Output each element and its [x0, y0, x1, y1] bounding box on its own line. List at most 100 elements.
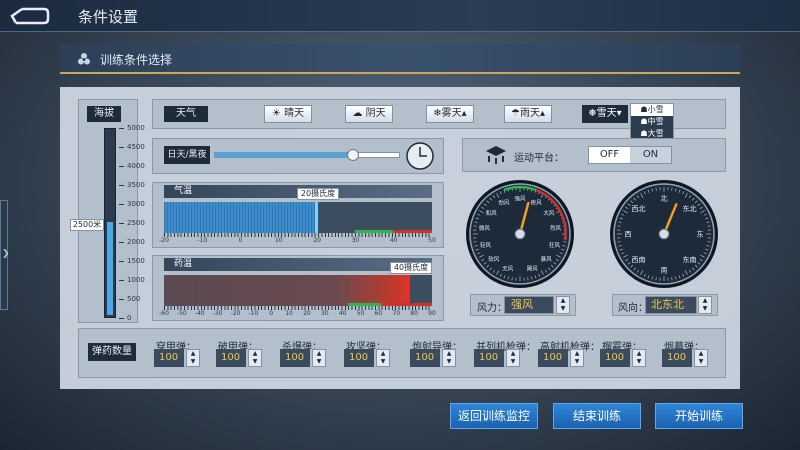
cloud-icon: ☁ [352, 108, 363, 119]
ammo-count-field[interactable]: 100 [344, 349, 374, 367]
down-arrow-icon[interactable]: ▼ [695, 358, 707, 366]
gauge-label: 东 [697, 230, 704, 239]
down-arrow-icon[interactable]: ▼ [377, 358, 389, 366]
ammo-count-field[interactable]: 100 [538, 349, 568, 367]
down-arrow-icon[interactable]: ▼ [571, 358, 583, 366]
back-arrow-icon[interactable] [8, 6, 50, 26]
charge-temp-scale: -60 -50 -40 -30 -20 -10 0 10 20 30 40 50 60 70 80 90 [159, 306, 436, 318]
gauge-label: 轻风 [480, 241, 492, 249]
up-arrow-icon[interactable]: ▲ [699, 297, 711, 305]
weather-fog-dropdown[interactable]: ❄雾天▴ [426, 105, 474, 123]
platform-off[interactable]: OFF [589, 147, 630, 163]
ammo-count-field[interactable]: 100 [600, 349, 630, 367]
altitude-value-label: 2500米 [70, 219, 104, 231]
altitude-tick-mark [119, 280, 124, 281]
ammo-count-field[interactable]: 100 [662, 349, 692, 367]
up-arrow-icon[interactable]: ▲ [377, 350, 389, 358]
ammo-stepper[interactable]: ▲ ▼ [248, 349, 262, 367]
ammo-count-field[interactable]: 100 [280, 349, 310, 367]
altitude-tick-mark [119, 166, 124, 167]
wind-force-field[interactable]: 强风 [504, 296, 554, 314]
wind-dir-stepper[interactable]: ▲ ▼ [698, 296, 712, 314]
back-to-monitor-button[interactable]: 返回训练监控 [450, 403, 538, 429]
altitude-tick-label: 3000 [127, 200, 145, 208]
end-training-button[interactable]: 结束训练 [553, 403, 641, 429]
down-arrow-icon[interactable]: ▼ [313, 358, 325, 366]
altitude-tick-label: 4000 [127, 162, 145, 170]
weather-cloudy-button[interactable]: ☁ 阴天 [345, 105, 393, 123]
up-arrow-icon[interactable]: ▲ [695, 350, 707, 358]
altitude-tick-mark [119, 261, 124, 262]
up-arrow-icon[interactable]: ▲ [313, 350, 325, 358]
up-arrow-icon[interactable]: ▲ [443, 350, 455, 358]
scale-tick-label: 40 [389, 237, 398, 244]
up-arrow-icon[interactable]: ▲ [187, 350, 199, 358]
ammo-count-field[interactable]: 100 [410, 349, 440, 367]
scale-tick-label: -60 [159, 310, 169, 317]
altitude-tick-mark [119, 318, 124, 319]
up-arrow-icon[interactable]: ▲ [249, 350, 261, 358]
air-temp-bar[interactable] [164, 202, 432, 233]
gauge-label: 西 [625, 231, 632, 239]
wind-dir-field[interactable]: 北东北 [645, 296, 697, 314]
gauge-label: 飓风 [527, 265, 539, 272]
ammo-label: 弹药数量 [88, 343, 136, 361]
weather-rain-dropdown[interactable]: ☂雨天▴ [504, 105, 552, 123]
up-arrow-icon[interactable]: ▲ [507, 350, 519, 358]
altitude-tick-mark [119, 242, 124, 243]
weather-label: 天气 [164, 106, 208, 122]
platform-on[interactable]: ON [630, 147, 671, 163]
gauge-label: 狂风 [549, 242, 561, 249]
down-arrow-icon[interactable]: ▼ [249, 358, 261, 366]
weather-rain-label: 雨天 [519, 108, 540, 119]
down-arrow-icon[interactable]: ▼ [507, 358, 519, 366]
ammo-count-field[interactable]: 100 [216, 349, 246, 367]
wind-force-stepper[interactable]: ▲ ▼ [556, 296, 570, 314]
wind-force-gauge: 无风软风 轻风 微风 和风劲风强风疾风大风烈风狂风暴风飓风 [466, 180, 574, 288]
ammo-count-field[interactable]: 100 [154, 349, 184, 367]
weather-sunny-button[interactable]: ☀ 晴天 [264, 105, 312, 123]
scale-tick-label: -50 [176, 310, 187, 317]
ammo-stepper[interactable]: ▲ ▼ [570, 349, 584, 367]
down-arrow-icon[interactable]: ▼ [633, 358, 645, 366]
altitude-track[interactable] [104, 128, 116, 318]
platform-toggle[interactable]: OFF ON [588, 146, 672, 164]
gauge-label: 西北 [632, 205, 646, 213]
ammo-stepper[interactable]: ▲ ▼ [694, 349, 708, 367]
weather-snow-dropdown[interactable]: ❅雪天▾ [582, 105, 628, 123]
snow-menu-item[interactable]: ☗小雪 [631, 104, 673, 116]
altitude-scale: 5000 4500 4000 3500 3000 2500 2000 1500 1000 500 0 [119, 124, 149, 322]
altitude-tick-mark [119, 299, 124, 300]
down-arrow-icon[interactable]: ▼ [557, 305, 569, 313]
snow-menu-item[interactable]: ☗中雪 [631, 116, 673, 128]
daynight-label: 日天/黑夜 [164, 146, 210, 164]
ammo-stepper[interactable]: ▲ ▼ [186, 349, 200, 367]
ammo-stepper[interactable]: ▲ ▼ [632, 349, 646, 367]
scale-tick-label: -10 [197, 237, 208, 244]
fog-icon: ❄ [433, 108, 442, 119]
gauge-label: 暴风 [541, 256, 553, 263]
snow-medium-label: 中雪 [647, 117, 664, 126]
daynight-slider-handle[interactable] [347, 149, 359, 161]
side-expand-tab[interactable]: ❯ [0, 200, 10, 310]
altitude-tick-mark [119, 147, 124, 148]
down-arrow-icon[interactable]: ▼ [187, 358, 199, 366]
ammo-stepper[interactable]: ▲ ▼ [506, 349, 520, 367]
wind-dir-label: 风向： [618, 303, 648, 314]
daynight-slider-track[interactable] [214, 152, 400, 158]
up-arrow-icon[interactable]: ▲ [557, 297, 569, 305]
up-arrow-icon[interactable]: ▲ [571, 350, 583, 358]
chevron-right-icon: ❯ [2, 249, 10, 259]
down-arrow-icon[interactable]: ▼ [699, 305, 711, 313]
charge-temp-bar[interactable] [164, 275, 432, 306]
ammo-count-field[interactable]: 100 [474, 349, 504, 367]
up-arrow-icon[interactable]: ▲ [633, 350, 645, 358]
scale-tick-label: 0 [269, 310, 274, 317]
down-arrow-icon[interactable]: ▼ [443, 358, 455, 366]
gauge-label: 强风 [514, 196, 526, 203]
ammo-stepper[interactable]: ▲ ▼ [312, 349, 326, 367]
ammo-stepper[interactable]: ▲ ▼ [376, 349, 390, 367]
wind-force-value: 强风 [511, 298, 533, 311]
start-training-button[interactable]: 开始训练 [655, 403, 743, 429]
ammo-stepper[interactable]: ▲ ▼ [442, 349, 456, 367]
